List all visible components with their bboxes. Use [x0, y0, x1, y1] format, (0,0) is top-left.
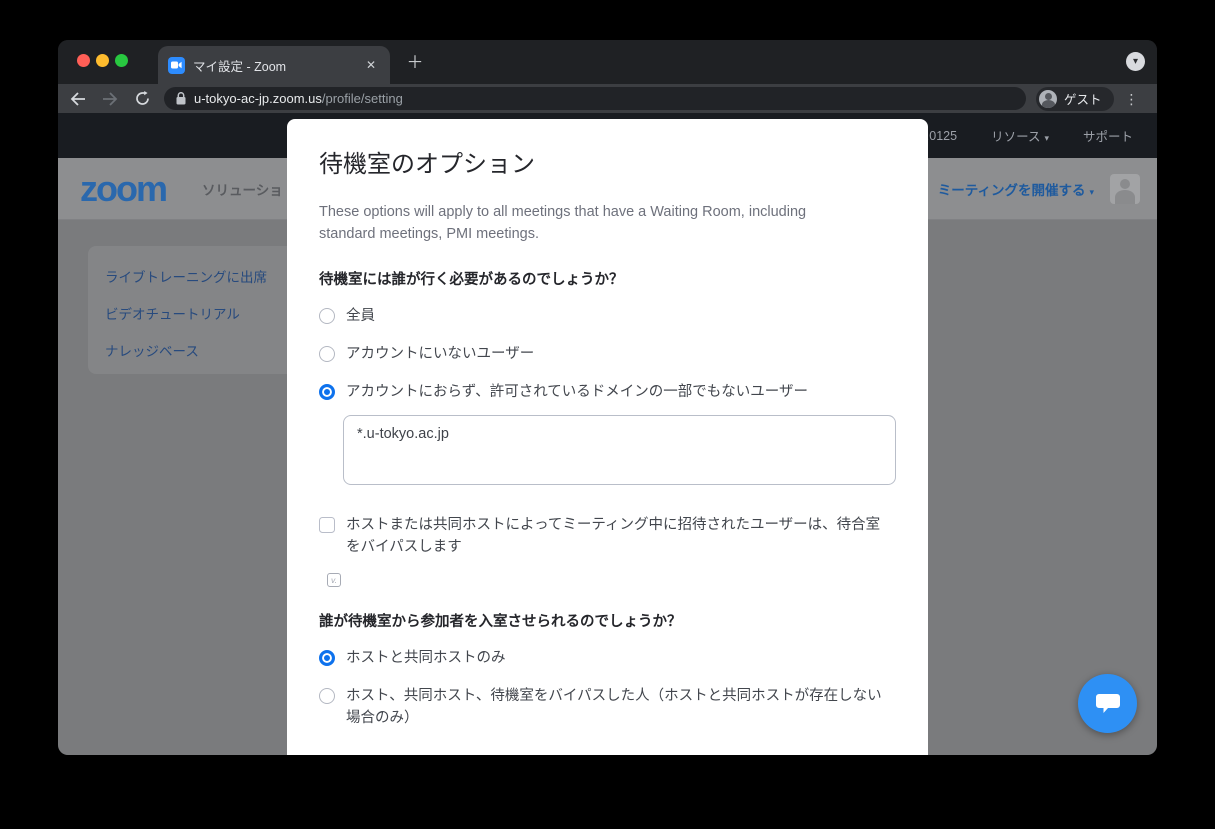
browser-addressbar: u-tokyo-ac-jp.zoom.us/profile/setting ゲス…	[58, 84, 1157, 113]
account-avatar[interactable]	[1110, 174, 1140, 204]
sidebar-link-live-training[interactable]: ライブトレーニングに出席	[105, 266, 267, 286]
browser-tab[interactable]: マイ設定 - Zoom ✕	[158, 46, 390, 84]
chat-bubble-icon	[1095, 692, 1121, 716]
broken-inline-icon: v.	[327, 573, 341, 587]
window-close-button[interactable]	[77, 54, 90, 67]
radio-selected-icon[interactable]	[319, 384, 335, 400]
url-path: /profile/setting	[322, 91, 403, 106]
radio-selected-icon[interactable]	[319, 650, 335, 666]
page-viewport: 88.799.0125 リソース▾ サポート zoom ソリューショ ミーティン…	[58, 113, 1157, 755]
window-zoom-button[interactable]	[115, 54, 128, 67]
host-meeting-menu[interactable]: ミーティングを開催する▾	[938, 179, 1094, 199]
reload-icon[interactable]	[130, 87, 154, 111]
sidebar-link-video-tutorials[interactable]: ビデオチュートリアル	[105, 303, 240, 323]
tab-close-icon[interactable]: ✕	[362, 56, 380, 74]
checkbox-icon[interactable]	[319, 517, 335, 533]
site-nav-solutions[interactable]: ソリューショ	[202, 179, 283, 199]
radio-option-host-cohosts-bypassers[interactable]: ホスト、共同ホスト、待機室をバイパスした人（ホストと共同ホストが存在しない場合の…	[319, 685, 896, 729]
zoom-favicon-icon	[168, 57, 185, 74]
radio-icon[interactable]	[319, 688, 335, 704]
browser-update-chevron-icon[interactable]: ▾	[1126, 52, 1145, 71]
guest-avatar-icon	[1039, 90, 1057, 108]
question-who-goes-to-waiting-room: 待機室には誰が行く必要があるのでしょうか？	[319, 268, 896, 289]
sidebar-link-knowledge-base[interactable]: ナレッジベース	[105, 340, 199, 360]
guest-label: ゲスト	[1064, 89, 1102, 108]
question-who-can-admit: 誰が待機室から参加者を入室させられるのでしょうか？	[319, 610, 896, 631]
back-icon[interactable]	[66, 87, 90, 111]
radio-option-users-not-in-account[interactable]: アカウントにいないユーザー	[319, 343, 896, 365]
radio-option-users-not-in-account-or-domains[interactable]: アカウントにおらず、許可されているドメインの一部でもないユーザー	[319, 381, 896, 403]
url-host: u-tokyo-ac-jp.zoom.us	[194, 91, 322, 106]
tab-title: マイ設定 - Zoom	[193, 56, 362, 75]
browser-window: マイ設定 - Zoom ✕ ＋ ▾ u-tokyo-ac-jp.zoom.us/…	[58, 40, 1157, 755]
waiting-room-options-modal: 待機室のオプション These options will apply to al…	[287, 119, 928, 755]
chevron-down-icon: ▾	[1089, 187, 1094, 197]
browser-profile-button[interactable]: ゲスト	[1036, 87, 1114, 111]
resources-menu[interactable]: リソース▾	[991, 126, 1049, 145]
browser-menu-icon[interactable]: ⋮	[1120, 87, 1144, 111]
radio-icon[interactable]	[319, 346, 335, 362]
new-tab-button[interactable]: ＋	[403, 51, 427, 75]
radio-option-host-cohosts-only[interactable]: ホストと共同ホストのみ	[319, 647, 896, 669]
browser-tabstrip: マイ設定 - Zoom ✕ ＋ ▾	[58, 40, 1157, 84]
radio-option-everyone[interactable]: 全員	[319, 305, 896, 327]
modal-description: These options will apply to all meetings…	[319, 201, 859, 245]
chat-support-button[interactable]	[1078, 674, 1137, 733]
forward-icon[interactable]	[98, 87, 122, 111]
window-minimize-button[interactable]	[96, 54, 109, 67]
chevron-down-icon: ▾	[1044, 133, 1049, 143]
zoom-logo[interactable]: zoom	[80, 168, 166, 210]
allowed-domains-input[interactable]: *.u-tokyo.ac.jp	[343, 415, 896, 485]
sidebar-panel: ライブトレーニングに出席 ビデオチュートリアル ナレッジベース	[88, 246, 287, 374]
radio-icon[interactable]	[319, 308, 335, 324]
modal-title: 待機室のオプション	[319, 144, 896, 179]
lock-icon[interactable]	[176, 92, 186, 105]
bypass-waiting-room-checkbox-row[interactable]: ホストまたは共同ホストによってミーティング中に招待されたユーザーは、待合室をバイ…	[319, 514, 896, 558]
url-bar[interactable]: u-tokyo-ac-jp.zoom.us/profile/setting	[164, 87, 1026, 110]
support-link[interactable]: サポート	[1083, 126, 1133, 145]
